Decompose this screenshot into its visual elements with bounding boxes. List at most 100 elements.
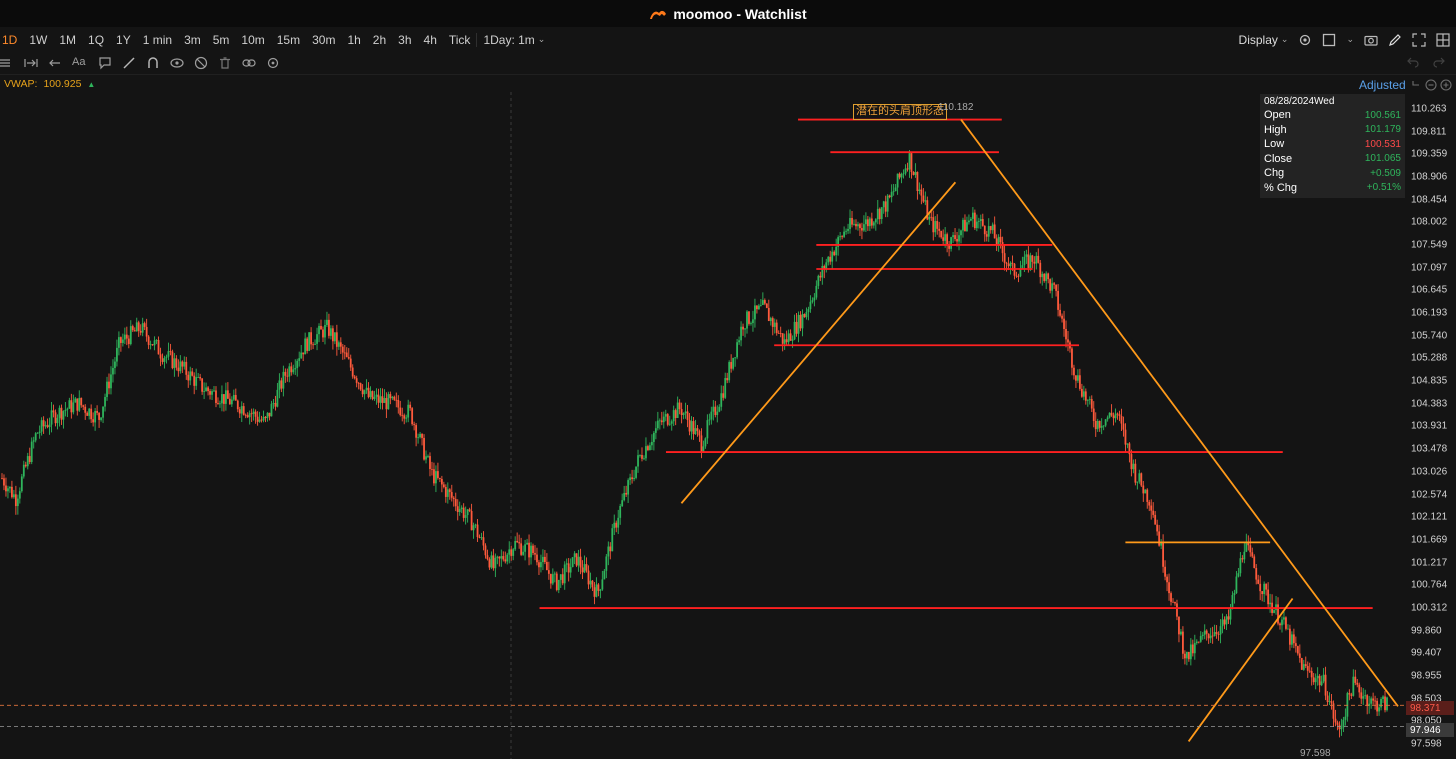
candle-body bbox=[82, 405, 85, 407]
candle-body bbox=[1142, 485, 1145, 494]
candle-body bbox=[104, 397, 106, 407]
y-tick-label: 100.764 bbox=[1411, 579, 1448, 591]
candle-body bbox=[1075, 375, 1077, 381]
reset-icon[interactable] bbox=[1410, 79, 1422, 91]
price-axis[interactable]: 110.263 109.811 109.359 108.906 108.454 108.0… bbox=[1405, 92, 1456, 759]
candle-body bbox=[1007, 263, 1010, 267]
candle-body bbox=[738, 340, 740, 343]
timeframe-15m[interactable]: 15m bbox=[271, 33, 306, 47]
y-tick-label: 102.121 bbox=[1411, 511, 1448, 523]
candle-body bbox=[141, 323, 144, 333]
expand-range-icon[interactable] bbox=[24, 56, 38, 70]
fullscreen-icon[interactable] bbox=[1412, 32, 1426, 47]
candle-body bbox=[1086, 399, 1089, 401]
candle-body bbox=[1386, 697, 1388, 711]
candle-body bbox=[999, 236, 1002, 243]
candle-body bbox=[678, 402, 681, 410]
timeframe-30m[interactable]: 30m bbox=[306, 33, 341, 47]
candle-body bbox=[746, 311, 748, 329]
timeframe-1day-1m[interactable]: 1Day: 1m bbox=[476, 32, 540, 47]
link-icon[interactable] bbox=[242, 56, 256, 70]
camera-icon[interactable] bbox=[1364, 33, 1378, 47]
chevron-down-icon[interactable]: ⌄ bbox=[1346, 34, 1354, 45]
y-tick-label: 99.407 bbox=[1411, 647, 1442, 659]
candle-body bbox=[847, 228, 849, 231]
text-tool-icon[interactable]: Aa bbox=[72, 56, 88, 70]
candle-body bbox=[324, 324, 326, 338]
candle-body bbox=[761, 300, 764, 306]
candle-body bbox=[137, 322, 140, 331]
display-dropdown[interactable]: Display ⌄ bbox=[1239, 33, 1289, 47]
candle-body bbox=[1084, 391, 1087, 401]
candle-body bbox=[183, 361, 186, 367]
candle-body bbox=[472, 525, 475, 531]
candle-body bbox=[809, 301, 812, 310]
trash-icon[interactable] bbox=[218, 56, 232, 70]
timeframe-5m[interactable]: 5m bbox=[207, 33, 236, 47]
candle-body bbox=[908, 153, 911, 170]
candle-body bbox=[1292, 634, 1295, 644]
candle-body bbox=[16, 498, 19, 507]
y-tick-label: 102.574 bbox=[1411, 489, 1448, 500]
timeframe-tick[interactable]: Tick bbox=[443, 33, 477, 47]
adjusted-label[interactable]: Adjusted bbox=[1359, 78, 1405, 92]
y-tick-label: 104.383 bbox=[1411, 398, 1448, 410]
candle-body bbox=[561, 574, 564, 584]
hide-icon[interactable] bbox=[194, 56, 208, 70]
settings-icon[interactable] bbox=[1298, 33, 1312, 47]
timeframe-1-min[interactable]: 1 min bbox=[137, 33, 178, 47]
pencil-icon[interactable] bbox=[1388, 33, 1402, 47]
support-resistance-lines[interactable] bbox=[539, 118, 1373, 609]
eye-icon[interactable] bbox=[170, 56, 184, 70]
candle-body bbox=[1037, 255, 1040, 263]
ohlc-row-value: 100.531 bbox=[1364, 138, 1401, 150]
candle-body bbox=[300, 352, 303, 359]
candle-body bbox=[238, 409, 241, 414]
candle-body bbox=[682, 413, 685, 416]
timeframe-3h[interactable]: 3h bbox=[392, 33, 417, 47]
candle-body bbox=[147, 336, 150, 345]
candle-body bbox=[70, 400, 73, 413]
zoom-in-icon[interactable] bbox=[1440, 79, 1452, 91]
y-tick-label: 106.193 bbox=[1411, 307, 1448, 319]
magnet-icon[interactable] bbox=[146, 56, 160, 70]
draw-settings-icon[interactable] bbox=[266, 56, 280, 70]
undo-icon[interactable] bbox=[1406, 55, 1420, 69]
zoom-out-icon[interactable] bbox=[1425, 79, 1437, 91]
timeframe-3m[interactable]: 3m bbox=[178, 33, 207, 47]
candle-body bbox=[236, 400, 239, 410]
candle-body bbox=[1005, 262, 1008, 264]
line-tool-icon[interactable] bbox=[122, 56, 136, 70]
candle-body bbox=[995, 238, 998, 245]
candle-body bbox=[652, 432, 655, 442]
y-tick-label: 101.669 bbox=[1411, 534, 1448, 546]
candle-body bbox=[1334, 718, 1337, 723]
indicator-legend[interactable]: VWAP: 100.925 ▲ bbox=[4, 78, 95, 90]
timeframe-2h[interactable]: 2h bbox=[367, 33, 392, 47]
comment-icon[interactable] bbox=[98, 56, 112, 70]
candle-body bbox=[1029, 255, 1032, 269]
ohlc-row: Low 100.531 bbox=[1264, 137, 1401, 152]
chevron-down-icon[interactable]: ⌄ bbox=[538, 34, 546, 45]
timeframe-4h[interactable]: 4h bbox=[418, 33, 443, 47]
timeframe-10m[interactable]: 10m bbox=[235, 33, 270, 47]
timeframe-1q[interactable]: 1Q bbox=[82, 33, 110, 47]
timeframe-1m[interactable]: 1M bbox=[53, 33, 82, 47]
timeframe-1h[interactable]: 1h bbox=[341, 33, 366, 47]
grid-layout-icon[interactable] bbox=[1436, 32, 1450, 47]
trend-lines[interactable] bbox=[680, 119, 1399, 742]
candle-body bbox=[732, 357, 735, 369]
timeframe-1y[interactable]: 1Y bbox=[110, 33, 137, 47]
candle-body bbox=[660, 420, 663, 423]
y-tick-label: 107.097 bbox=[1411, 262, 1448, 274]
timeframe-1w[interactable]: 1W bbox=[23, 33, 53, 47]
menu-icon[interactable] bbox=[0, 56, 14, 70]
pattern-annotation[interactable]: 潜在的头肩顶形态 bbox=[853, 104, 947, 120]
redo-icon[interactable] bbox=[1432, 55, 1446, 69]
layout-icon[interactable] bbox=[1322, 33, 1336, 47]
price-chart[interactable] bbox=[0, 92, 1405, 759]
timeframe-1d[interactable]: 1D bbox=[0, 33, 23, 47]
candle-body bbox=[797, 314, 800, 334]
candle-body bbox=[502, 556, 505, 560]
arrow-left-icon[interactable] bbox=[48, 56, 62, 70]
